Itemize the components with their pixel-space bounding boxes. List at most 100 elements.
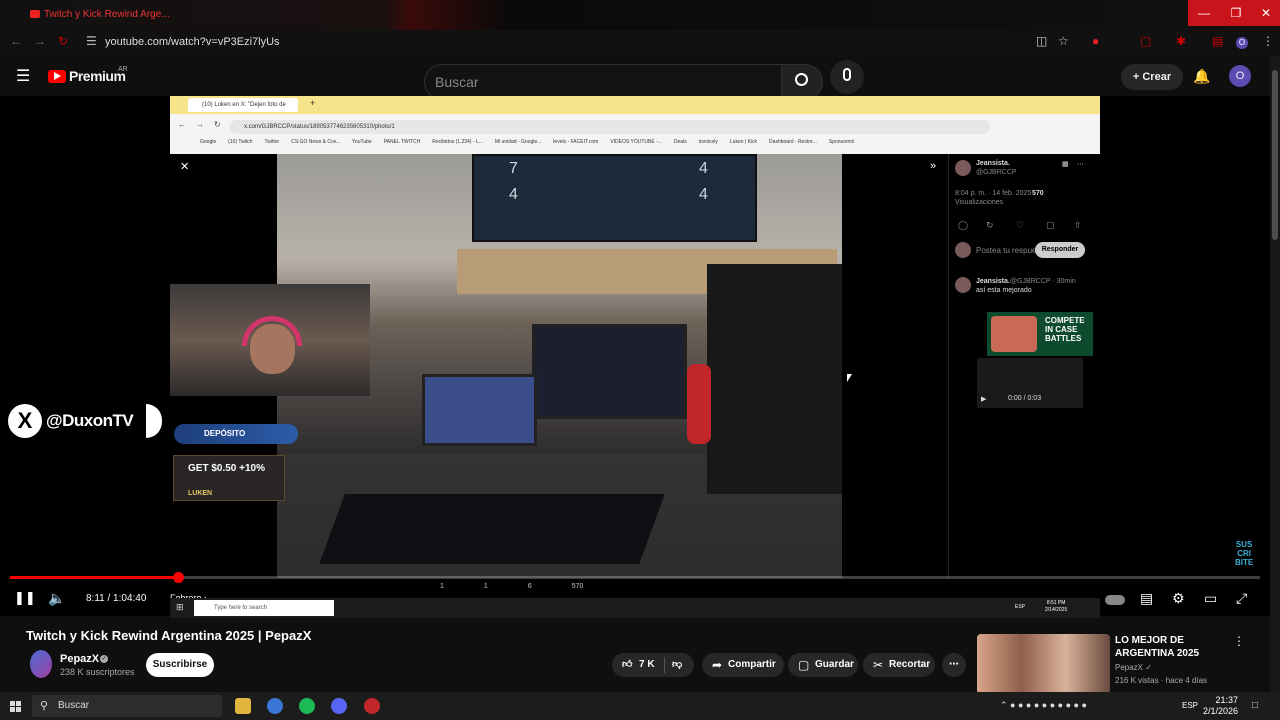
inner-bookmark: Dashboard - Restre... bbox=[769, 139, 817, 145]
inner-bookmark: Sponsormii bbox=[828, 139, 854, 145]
post-timestamp: 8:04 p. m. · 14 feb. 2025 · bbox=[955, 190, 1036, 197]
progress-bar[interactable] bbox=[10, 572, 1260, 583]
url-field[interactable]: youtube.com/watch?v=vP3Ezi7lyUs bbox=[105, 36, 280, 48]
notifications-bell-icon[interactable]: 🔔 bbox=[1193, 68, 1210, 85]
microphone-icon bbox=[843, 68, 851, 81]
inner-bookmark: PANEL TWITCH bbox=[383, 139, 421, 145]
inner-url-field: x.com/GJBRCCP/status/1890537746235605310… bbox=[230, 120, 990, 134]
promo-banner: GET $0.50 +10% LUKEN bbox=[173, 455, 285, 501]
like-count[interactable]: 7 K bbox=[639, 653, 655, 677]
chrome-icon[interactable] bbox=[267, 698, 283, 714]
like-thumb-icon[interactable]: 👍︎ bbox=[622, 653, 632, 677]
volume-icon[interactable]: 🔈 bbox=[48, 590, 65, 607]
extension-icon[interactable]: ▢ bbox=[1140, 34, 1151, 48]
recommended-menu-icon[interactable]: ⋮ bbox=[1233, 634, 1245, 648]
settings-gear-icon[interactable]: ⚙ bbox=[1172, 590, 1185, 607]
viewer-avatar bbox=[955, 242, 971, 258]
windows-taskbar: ⚲ Buscar ⌃ ● ● ● ● ● ● ● ● ● ● ESP 21:37 … bbox=[0, 692, 1280, 720]
discord-icon[interactable] bbox=[331, 698, 347, 714]
save-bookmark-icon: ▢ bbox=[798, 658, 810, 672]
subscriber-count: 238 K suscriptores bbox=[60, 667, 135, 677]
page-scrollbar[interactable] bbox=[1270, 56, 1280, 692]
views-count: 570 bbox=[1032, 190, 1044, 197]
maximize-button[interactable]: ❐ bbox=[1220, 0, 1252, 26]
share-button[interactable]: ➦ Compartir bbox=[702, 653, 784, 677]
minimize-button[interactable]: — bbox=[1188, 0, 1220, 26]
theater-mode-icon[interactable]: ▭ bbox=[1204, 590, 1217, 607]
file-explorer-icon[interactable] bbox=[235, 698, 251, 714]
inner-forward-icon: → bbox=[196, 120, 204, 129]
search-button[interactable] bbox=[781, 64, 823, 100]
search-input[interactable]: Buscar bbox=[424, 64, 782, 100]
expand-panel-icon: » bbox=[930, 160, 937, 172]
taskbar-clock[interactable]: 21:37 2/1/2026 bbox=[1203, 695, 1238, 717]
save-button[interactable]: ▢ Guardar bbox=[788, 653, 858, 677]
browser-menu-icon[interactable]: ⋮ bbox=[1262, 34, 1274, 48]
clip-button[interactable]: ✂ Recortar bbox=[863, 653, 935, 677]
install-app-icon[interactable]: ◫ bbox=[1036, 34, 1047, 48]
x-handle-overlay: X @DuxonTV bbox=[8, 404, 162, 440]
inner-start-icon: ⊞ bbox=[176, 602, 184, 612]
system-tray-icons[interactable]: ⌃ ● ● ● ● ● ● ● ● ● ● bbox=[1000, 700, 1087, 711]
share-label: Compartir bbox=[728, 659, 776, 670]
pause-icon[interactable]: ❚❚ bbox=[14, 590, 36, 606]
more-dots-icon: ⋯ bbox=[949, 659, 959, 670]
scrollbar-thumb[interactable] bbox=[1272, 70, 1278, 240]
fullscreen-icon[interactable]: ⤢ bbox=[1236, 590, 1247, 607]
subtitles-icon[interactable]: ▤ bbox=[1140, 590, 1153, 607]
hamburger-menu-icon[interactable]: ☰ bbox=[16, 66, 30, 86]
close-window-button[interactable]: ✕ bbox=[1252, 0, 1280, 26]
promo-brand: LUKEN bbox=[188, 490, 213, 497]
account-avatar[interactable]: O bbox=[1229, 65, 1251, 87]
close-photo-icon: ✕ bbox=[180, 161, 190, 173]
back-icon[interactable]: ← bbox=[10, 34, 22, 48]
spotify-icon[interactable] bbox=[299, 698, 315, 714]
browser-tab[interactable]: Twitch y Kick Rewind Arge... bbox=[30, 4, 180, 26]
notifications-icon[interactable]: □ bbox=[1252, 700, 1258, 711]
author-name: Jeansista. bbox=[976, 160, 1010, 167]
inner-bookmark: Google bbox=[200, 139, 217, 145]
ad-face bbox=[991, 316, 1037, 352]
reply-text: así esta mejorado bbox=[976, 287, 1032, 294]
browser-tab-bar: Twitch y Kick Rewind Arge... — ❐ ✕ bbox=[0, 0, 1280, 30]
taskbar-date: 2/1/2026 bbox=[1203, 706, 1239, 716]
share-icon: ⇧ bbox=[1074, 220, 1082, 230]
extensions-icon[interactable]: ✱ bbox=[1176, 34, 1186, 48]
extension-icon[interactable]: ● bbox=[1092, 34, 1099, 48]
recommended-meta: 216 K vistas · hace 4 días bbox=[1115, 676, 1208, 685]
forward-icon[interactable]: → bbox=[34, 34, 46, 48]
inner-bookmark: Mi unidad - Google... bbox=[494, 139, 542, 145]
create-button[interactable]: + Crear bbox=[1121, 64, 1183, 90]
deposit-banner: DEPÓSITO bbox=[174, 424, 298, 444]
windows-start-icon[interactable] bbox=[10, 701, 22, 713]
inner-bookmark: VIDEOS YOUTUBE -... bbox=[610, 139, 662, 145]
case-battles-ad: COMPETE IN CASE BATTLES bbox=[987, 312, 1093, 356]
inner-reload-icon: ↻ bbox=[214, 120, 221, 129]
new-tab-icon: + bbox=[310, 98, 316, 108]
tv-score: 4 bbox=[699, 186, 708, 203]
reload-icon[interactable]: ↻ bbox=[58, 34, 68, 48]
dislike-thumb-icon[interactable]: 👎︎ bbox=[672, 653, 682, 677]
bookmark-star-icon[interactable]: ☆ bbox=[1058, 34, 1069, 48]
extension-icon[interactable]: ▤ bbox=[1212, 34, 1223, 48]
profile-avatar[interactable]: O bbox=[1236, 37, 1248, 49]
voice-search-button[interactable] bbox=[830, 60, 864, 94]
subscribe-button[interactable]: Suscribirse bbox=[146, 653, 214, 677]
inner-bookmark: invoicely bbox=[698, 139, 718, 145]
taskbar-search-box[interactable]: ⚲ Buscar bbox=[32, 695, 222, 717]
obs-icon[interactable] bbox=[364, 698, 380, 714]
channel-name[interactable]: PepazX bbox=[60, 653, 99, 665]
youtube-premium-logo-text: Premium bbox=[69, 68, 126, 84]
recommended-title[interactable]: LO MEJOR DE ARGENTINA 2025 bbox=[1115, 634, 1235, 660]
channel-avatar[interactable] bbox=[30, 650, 52, 678]
save-label: Guardar bbox=[815, 659, 854, 670]
autoplay-toggle[interactable] bbox=[1105, 595, 1125, 605]
deposit-label: DEPÓSITO bbox=[204, 429, 246, 438]
taskbar-language[interactable]: ESP bbox=[1182, 701, 1198, 710]
laptop bbox=[422, 374, 537, 446]
site-info-icon[interactable]: ☰ bbox=[86, 34, 97, 48]
recommended-thumbnail[interactable] bbox=[977, 634, 1110, 694]
tv-score: 4 bbox=[509, 186, 518, 203]
more-actions-button[interactable]: ⋯ bbox=[942, 653, 966, 677]
reply-video-play-icon: ▶ bbox=[981, 396, 987, 403]
